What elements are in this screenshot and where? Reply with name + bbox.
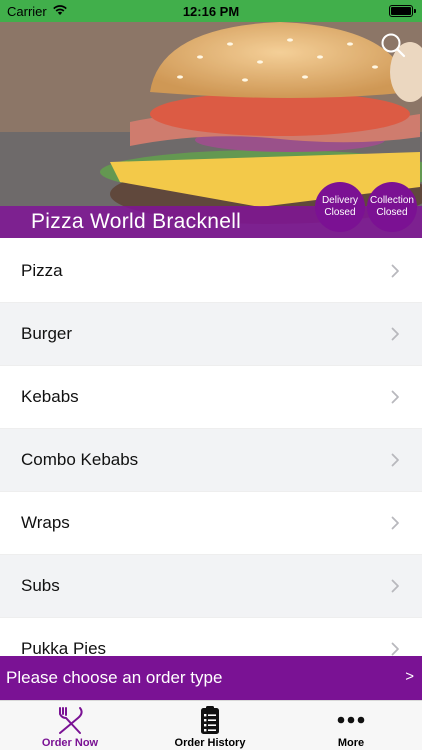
category-list: Pizza Burger Kebabs Combo Kebabs Wraps S…	[0, 240, 422, 656]
category-row-pukka-pies[interactable]: Pukka Pies	[0, 618, 422, 656]
tab-order-history[interactable]: Order History	[140, 701, 280, 750]
search-icon[interactable]	[378, 30, 408, 60]
chevron-right-icon	[391, 264, 399, 278]
chevron-right-icon	[391, 642, 399, 656]
clock: 12:16 PM	[182, 4, 240, 19]
tab-label: More	[337, 737, 365, 749]
tab-bar: Order Now Order History More	[0, 700, 422, 750]
category-label: Wraps	[21, 513, 70, 532]
tab-more[interactable]: More	[281, 701, 421, 750]
delivery-status-line1: Delivery	[321, 195, 359, 206]
category-row-kebabs[interactable]: Kebabs	[0, 366, 422, 429]
category-label: Pukka Pies	[21, 639, 107, 656]
restaurant-name: Pizza World Bracknell	[31, 210, 242, 233]
category-label: Pizza	[21, 261, 63, 280]
battery-icon	[389, 5, 416, 17]
category-label: Kebabs	[21, 387, 79, 406]
chevron-right-icon	[391, 453, 399, 467]
collection-status-badge: Collection Closed	[367, 182, 417, 232]
tab-label: Order Now	[41, 737, 99, 749]
category-label: Combo Kebabs	[21, 450, 139, 469]
chevron-right-icon	[391, 390, 399, 404]
status-bar: Carrier 12:16 PM	[0, 0, 422, 22]
collection-status-line2: Closed	[376, 207, 408, 218]
chevron-right-icon	[391, 579, 399, 593]
order-type-label: Please choose an order type	[6, 668, 223, 687]
tab-order-now[interactable]: Order Now	[0, 701, 140, 750]
chevron-right-icon	[391, 327, 399, 341]
fork-knife-icon	[59, 707, 83, 734]
category-row-pizza[interactable]: Pizza	[0, 240, 422, 303]
more-dots-icon	[337, 716, 365, 724]
category-label: Subs	[21, 576, 60, 595]
category-row-burger[interactable]: Burger	[0, 303, 422, 366]
clipboard-list-icon	[201, 706, 219, 734]
hero-banner: Pizza World Bracknell Delivery Closed Co…	[0, 22, 422, 238]
category-row-wraps[interactable]: Wraps	[0, 492, 422, 555]
delivery-status-line2: Closed	[324, 207, 356, 218]
chevron-right-icon	[391, 516, 399, 530]
tab-label: Order History	[174, 737, 246, 749]
category-row-combo-kebabs[interactable]: Combo Kebabs	[0, 429, 422, 492]
order-type-button[interactable]: Please choose an order type >	[0, 656, 422, 700]
category-row-subs[interactable]: Subs	[0, 555, 422, 618]
category-label: Burger	[21, 324, 73, 343]
order-type-arrow: >	[405, 668, 414, 685]
collection-status-line1: Collection	[370, 195, 414, 206]
delivery-status-badge: Delivery Closed	[315, 182, 365, 232]
